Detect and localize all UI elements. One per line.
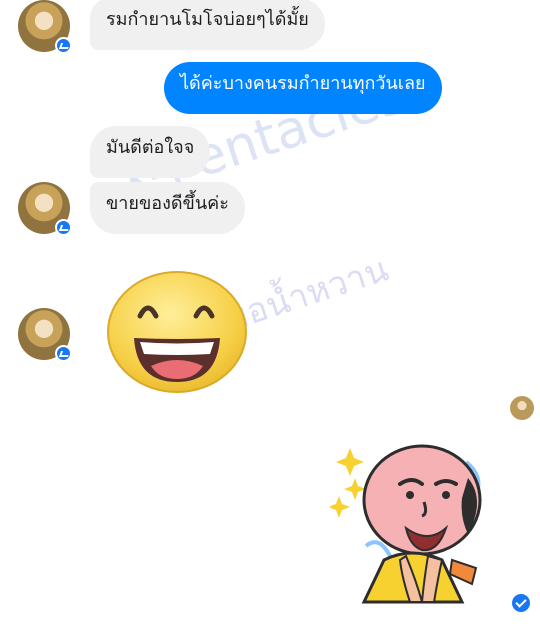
contact-avatar[interactable] [18, 0, 72, 54]
contact-avatar[interactable] [18, 182, 72, 236]
incoming-message-bubble[interactable]: รมกำยานโมโจบ่อยๆได้มั้ย [90, 0, 325, 50]
read-receipt-avatar [510, 396, 534, 420]
messenger-badge-icon [55, 37, 72, 54]
messenger-badge-icon [55, 345, 72, 362]
incoming-message-bubble[interactable]: มันดีต่อใจจ [90, 126, 211, 178]
thank-you-sticker-icon[interactable] [328, 442, 490, 608]
messenger-badge-icon [55, 219, 72, 236]
laughing-emoji-icon[interactable] [106, 270, 248, 396]
outgoing-message-bubble[interactable]: ได้ค่ะบางคนรมกำยานทุกวันเลย [164, 62, 442, 114]
seen-check-icon [512, 594, 530, 612]
incoming-message-bubble[interactable]: ขายของดีขึ้นค่ะ [90, 182, 245, 234]
contact-avatar[interactable] [18, 308, 72, 362]
